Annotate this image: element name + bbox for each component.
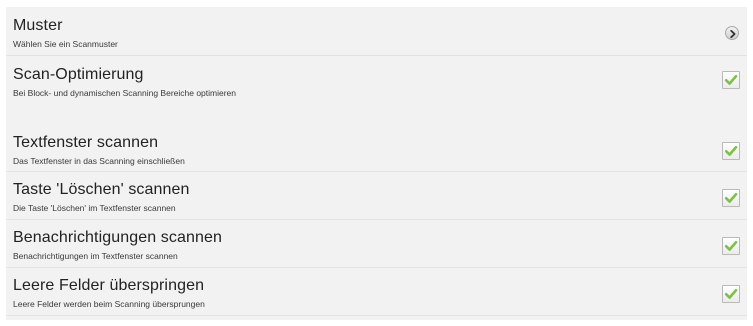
setting-title: Textfenster scannen [13,134,159,151]
checkmark-icon [724,288,738,299]
divider [6,315,747,316]
notifications-checkbox[interactable] [722,237,740,255]
checkmark-icon [724,145,738,156]
skip-empty-fields-checkbox[interactable] [722,285,740,303]
checkmark-icon [724,240,738,251]
checkmark-icon [724,74,738,85]
setting-row-pattern[interactable]: Muster Wählen Sie ein Scanmuster [6,7,747,55]
setting-subtitle: Die Taste 'Löschen' im Textfenster scann… [13,203,176,213]
setting-row-notifications[interactable]: Benachrichtigungen scannen Benachrichtig… [6,220,747,267]
text-window-checkbox[interactable] [722,142,740,160]
setting-row-skip-empty-fields[interactable]: Leere Felder überspringen Leere Felder w… [6,268,747,315]
setting-row-text-window[interactable]: Textfenster scannen Das Textfenster in d… [6,124,747,171]
checkmark-icon [724,192,738,203]
setting-title: Muster [13,17,63,34]
setting-subtitle: Benachrichtigungen im Textfenster scanne… [13,251,178,261]
setting-subtitle: Bei Block- und dynamischen Scanning Bere… [13,88,237,98]
setting-row-delete-key[interactable]: Taste 'Löschen' scannen Die Taste 'Lösch… [6,172,747,219]
setting-title: Benachrichtigungen scannen [13,229,222,246]
setting-row-scan-optimization[interactable]: Scan-Optimierung Bei Block- und dynamisc… [6,56,747,124]
chevron-right-icon[interactable] [725,26,739,40]
scan-optimization-checkbox[interactable] [722,71,740,89]
setting-subtitle: Das Textfenster in das Scanning einschli… [13,156,185,166]
setting-title: Taste 'Löschen' scannen [13,181,190,198]
setting-title: Leere Felder überspringen [13,277,205,294]
setting-subtitle: Leere Felder werden beim Scanning übersp… [13,299,205,309]
delete-key-checkbox[interactable] [722,189,740,207]
setting-subtitle: Wählen Sie ein Scanmuster [13,39,118,49]
settings-panel: Muster Wählen Sie ein Scanmuster Scan-Op… [6,7,747,320]
setting-title: Scan-Optimierung [13,66,144,83]
